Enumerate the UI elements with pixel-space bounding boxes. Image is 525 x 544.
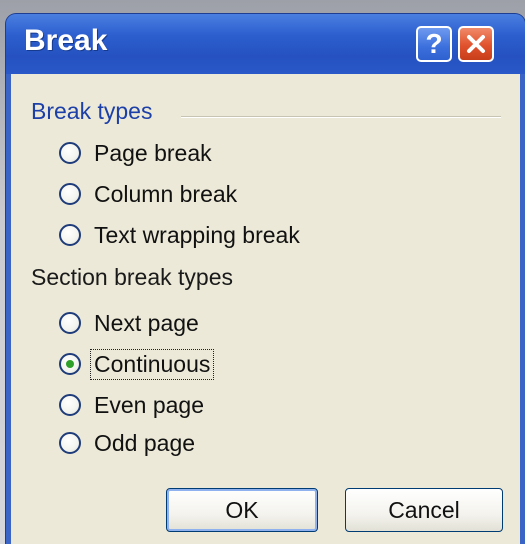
ok-button[interactable]: OK [166, 488, 318, 532]
cancel-button[interactable]: Cancel [345, 488, 503, 532]
title-bar[interactable]: Break ? [6, 14, 525, 74]
radio-label: Text wrapping break [94, 221, 300, 248]
radio-button[interactable] [59, 183, 81, 205]
dialog-body: Break types Page break Column break Text… [11, 74, 520, 544]
help-button[interactable]: ? [416, 26, 452, 62]
group-divider [181, 116, 501, 118]
break-types-header: Break types [31, 98, 153, 124]
radio-button[interactable] [59, 394, 81, 416]
radio-label: Odd page [94, 429, 196, 456]
radio-column-break[interactable]: Column break [59, 177, 240, 211]
radio-label: Even page [94, 391, 204, 418]
radio-label: Next page [94, 309, 199, 336]
radio-label: Column break [94, 180, 238, 207]
radio-button[interactable] [59, 432, 81, 454]
radio-continuous[interactable]: Continuous [59, 347, 215, 381]
radio-next-page[interactable]: Next page [59, 306, 202, 340]
close-icon [467, 35, 485, 53]
help-icon: ? [425, 28, 443, 59]
break-dialog: Break ? Break types Page break Column br… [6, 14, 525, 544]
radio-text-wrapping-break[interactable]: Text wrapping break [59, 218, 303, 252]
radio-button[interactable] [59, 142, 81, 164]
radio-label: Page break [94, 139, 212, 166]
radio-button-selected[interactable] [59, 353, 81, 375]
close-button[interactable] [458, 26, 494, 62]
radio-page-break[interactable]: Page break [59, 136, 215, 170]
radio-button[interactable] [59, 224, 81, 246]
radio-label: Continuous [89, 348, 215, 380]
dialog-title: Break [24, 24, 108, 57]
section-break-types-header: Section break types [31, 264, 234, 290]
radio-button[interactable] [59, 312, 81, 334]
radio-odd-page[interactable]: Odd page [59, 426, 198, 460]
radio-even-page[interactable]: Even page [59, 388, 207, 422]
